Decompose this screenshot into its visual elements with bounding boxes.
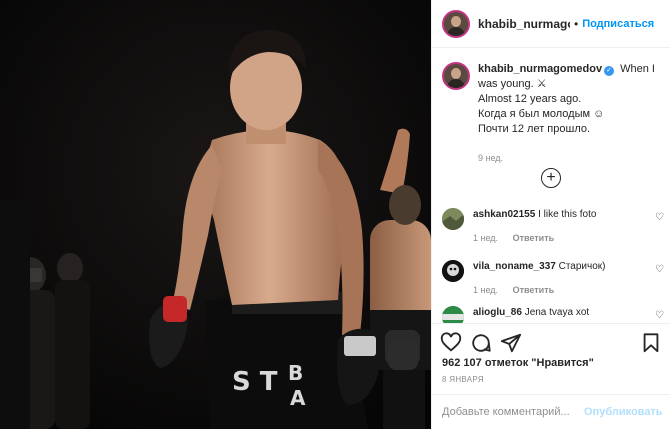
caption-line-2: Almost 12 years ago. bbox=[478, 93, 582, 105]
author-username[interactable]: khabib_nurmagom bbox=[478, 17, 570, 31]
follow-button[interactable]: Подписаться bbox=[582, 18, 654, 30]
avatar-landscape-icon bbox=[442, 208, 464, 230]
load-more-comments-button[interactable]: + bbox=[541, 168, 561, 188]
swords-emoji-icon: ⚔ bbox=[536, 78, 547, 90]
comment-item: alioglu_86 Jena tvaya xot ♡ bbox=[442, 306, 664, 323]
comment-time: 1 нед. bbox=[473, 285, 499, 295]
separator-dot: • bbox=[574, 16, 579, 31]
post-sidebar: khabib_nurmagom • Подписаться khabib_nur… bbox=[431, 0, 670, 429]
like-comment-heart-icon[interactable]: ♡ bbox=[655, 212, 664, 223]
commenter-avatar[interactable] bbox=[442, 306, 464, 323]
plus-circle-icon: + bbox=[546, 169, 556, 186]
heart-icon[interactable] bbox=[440, 332, 462, 354]
post-photo[interactable]: S T B A bbox=[0, 0, 431, 429]
comment-text: I like this foto bbox=[538, 209, 597, 220]
avatar-flag-icon bbox=[442, 306, 464, 323]
commenter-avatar[interactable] bbox=[442, 260, 464, 282]
comment-text: Jena tvaya xot bbox=[524, 307, 590, 318]
publish-comment-button[interactable]: Опубликовать bbox=[584, 406, 663, 418]
comment-item: ashkan02155 I like this foto 1 нед. Отве… bbox=[442, 208, 664, 245]
comment-text: Старичок) bbox=[558, 261, 606, 272]
avatar-mask-icon bbox=[442, 260, 464, 282]
svg-text:S T: S T bbox=[232, 367, 278, 397]
likes-count[interactable]: 962 107 отметок "Нравится" bbox=[442, 357, 594, 369]
comment-item: vila_noname_337 Старичок) 1 нед. Ответит… bbox=[442, 260, 664, 297]
svg-text:B: B bbox=[288, 361, 303, 385]
verified-badge-icon: ✓ bbox=[604, 66, 615, 76]
svg-text:A: A bbox=[290, 386, 306, 410]
share-icon[interactable] bbox=[500, 332, 522, 354]
post-caption: khabib_nurmagomedov ✓ When I was young. ⚔… bbox=[432, 48, 670, 166]
bookmark-icon[interactable] bbox=[640, 332, 662, 354]
reply-button[interactable]: Ответить bbox=[513, 285, 555, 295]
fighter-photo-illustration: S T B A bbox=[0, 0, 431, 429]
comment-username[interactable]: alioglu_86 bbox=[473, 307, 522, 318]
add-comment-bar: Опубликовать bbox=[432, 394, 670, 429]
comment-username[interactable]: vila_noname_337 bbox=[473, 261, 556, 272]
author-avatar[interactable] bbox=[442, 9, 470, 38]
smile-emoji-icon: ☺ bbox=[593, 108, 605, 120]
caption-avatar[interactable] bbox=[442, 62, 470, 90]
comment-time: 1 нед. bbox=[473, 233, 499, 243]
caption-line-3: Когда я был молодым bbox=[478, 108, 591, 120]
add-comment-input[interactable] bbox=[442, 406, 584, 418]
like-comment-heart-icon[interactable]: ♡ bbox=[655, 264, 664, 275]
comment-username[interactable]: ashkan02155 bbox=[473, 209, 535, 220]
reply-button[interactable]: Ответить bbox=[513, 233, 555, 243]
caption-username[interactable]: khabib_nurmagomedov bbox=[478, 63, 602, 75]
post-date: 8 ЯНВАРЯ bbox=[442, 375, 484, 384]
caption-line-4: Почти 12 лет прошло. bbox=[478, 123, 591, 135]
commenter-avatar[interactable] bbox=[442, 208, 464, 230]
caption-timestamp: 9 нед. bbox=[478, 153, 504, 163]
comment-icon[interactable] bbox=[470, 332, 492, 354]
like-comment-heart-icon[interactable]: ♡ bbox=[655, 310, 664, 321]
post-header: khabib_nurmagom • Подписаться bbox=[432, 0, 670, 48]
